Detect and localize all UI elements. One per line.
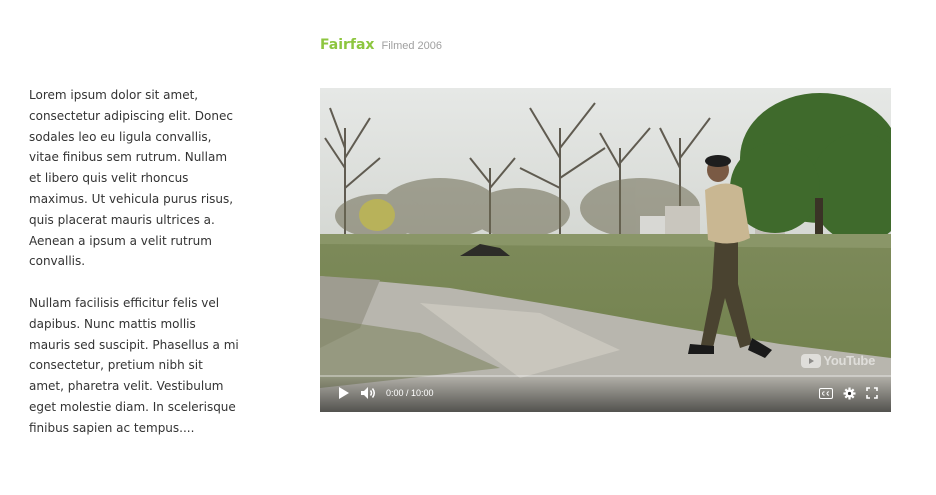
volume-icon (361, 387, 375, 399)
gear-icon (843, 387, 856, 399)
progress-bar[interactable] (320, 375, 891, 377)
description-text: Lorem ipsum dolor sit amet, consectetur … (29, 85, 239, 459)
settings-button[interactable] (843, 383, 856, 403)
video-header: Fairfax Filmed 2006 (320, 37, 442, 53)
captions-icon (819, 387, 833, 399)
time-display: 0:00 / 10:00 (386, 383, 434, 403)
description-paragraph-2: Nullam facilisis efficitur felis vel dap… (29, 295, 239, 435)
youtube-watermark[interactable]: YouTube (801, 353, 875, 368)
video-player[interactable]: YouTube 0:00 / 10:00 (320, 88, 891, 412)
video-subtitle: Filmed 2006 (381, 40, 443, 52)
player-controls: 0:00 / 10:00 (320, 374, 891, 412)
youtube-watermark-text: YouTube (823, 353, 875, 368)
play-icon (339, 387, 349, 399)
captions-button[interactable] (819, 383, 833, 403)
play-button[interactable] (338, 383, 350, 403)
time-display-text: 0:00 / 10:00 (386, 388, 434, 398)
description-paragraph-1: Lorem ipsum dolor sit amet, consectetur … (29, 88, 234, 269)
fullscreen-icon (866, 387, 878, 399)
volume-button[interactable] (360, 383, 378, 403)
video-title: Fairfax (320, 37, 375, 53)
fullscreen-button[interactable] (866, 383, 878, 403)
youtube-logo-icon (801, 353, 822, 368)
